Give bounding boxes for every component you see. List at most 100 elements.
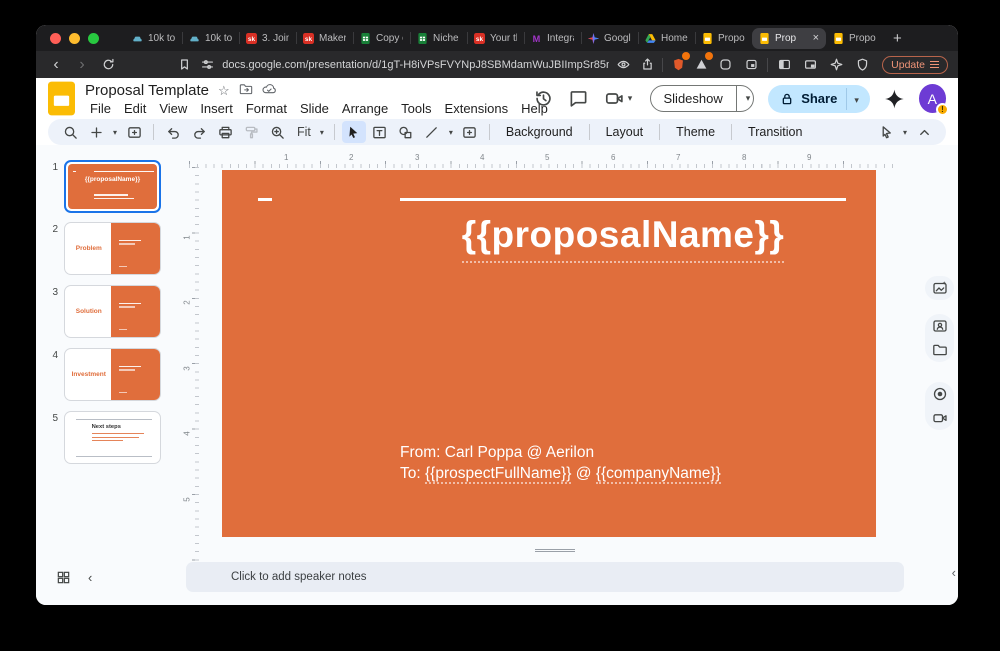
gemini-icon[interactable] <box>884 88 905 110</box>
share-button[interactable]: Share ▾ <box>768 85 870 113</box>
menu-format[interactable]: Format <box>241 101 292 116</box>
star-icon[interactable]: ☆ <box>218 84 230 97</box>
shield-extension-icon[interactable] <box>670 55 686 75</box>
picture-in-picture-icon[interactable] <box>800 55 820 75</box>
privacy-shield-icon[interactable] <box>852 55 872 75</box>
insert-image-icon[interactable] <box>458 121 482 143</box>
slideshow-options-caret[interactable]: ▾ <box>736 86 754 111</box>
line-tool-caret[interactable]: ▾ <box>446 128 456 137</box>
preview-icon[interactable] <box>616 55 632 75</box>
zoom-window-button[interactable] <box>88 33 99 44</box>
browser-tab[interactable]: Your thi <box>467 25 524 51</box>
zoom-icon[interactable] <box>265 121 289 143</box>
browser-tab[interactable]: Google C <box>581 25 638 51</box>
adblock-extension-icon[interactable] <box>693 55 709 75</box>
close-tab-icon[interactable]: × <box>813 32 819 44</box>
grid-view-icon[interactable] <box>52 566 74 588</box>
back-button[interactable]: ‹ <box>46 55 66 75</box>
zoom-caret[interactable]: ▾ <box>317 128 327 137</box>
menu-insert[interactable]: Insert <box>195 101 238 116</box>
site-settings-icon[interactable] <box>199 55 215 75</box>
layout-button[interactable]: Layout <box>597 125 653 139</box>
select-tool-icon[interactable] <box>342 121 366 143</box>
share-options-caret[interactable]: ▾ <box>846 88 866 110</box>
browser-tab[interactable]: 10k to $1 <box>182 25 239 51</box>
slide-accent-dash[interactable] <box>258 198 272 201</box>
bookmark-icon[interactable] <box>176 55 192 75</box>
browser-tab[interactable]: Proposal <box>695 25 752 51</box>
slideshow-button[interactable]: Slideshow ▾ <box>650 85 755 112</box>
move-folder-icon[interactable] <box>239 82 253 98</box>
share-page-icon[interactable] <box>639 55 655 75</box>
line-tool-icon[interactable] <box>420 121 444 143</box>
menu-extensions[interactable]: Extensions <box>440 101 514 116</box>
document-title[interactable]: Proposal Template <box>85 82 209 99</box>
sparkle-icon[interactable] <box>826 55 846 75</box>
text-box-icon[interactable] <box>368 121 392 143</box>
pointer-caret[interactable]: ▾ <box>900 128 910 137</box>
collapse-filmstrip-icon[interactable]: ‹ <box>88 570 92 585</box>
notes-resize-handle[interactable] <box>535 549 575 552</box>
minimize-window-button[interactable] <box>69 33 80 44</box>
menu-slide[interactable]: Slide <box>295 101 334 116</box>
sidebar-toggle-icon[interactable] <box>774 55 794 75</box>
menu-tools[interactable]: Tools <box>396 101 436 116</box>
scroll-right-chevron-icon[interactable]: ‹ <box>952 565 956 580</box>
menu-file[interactable]: File <box>85 101 116 116</box>
new-slide-plus-icon[interactable] <box>84 121 108 143</box>
slide-canvas[interactable]: {{proposalName}} From: Carl Poppa @ Aeri… <box>222 170 876 537</box>
new-tab-button[interactable]: + <box>883 30 912 47</box>
image-star-icon[interactable] <box>932 280 948 296</box>
video-camera-icon[interactable] <box>932 410 948 426</box>
slides-logo[interactable] <box>48 81 75 116</box>
hide-menus-icon[interactable] <box>912 121 936 143</box>
menu-edit[interactable]: Edit <box>119 101 151 116</box>
cloud-status-icon[interactable] <box>262 82 276 98</box>
close-window-button[interactable] <box>50 33 61 44</box>
laser-pointer-icon[interactable] <box>874 121 898 143</box>
theme-button[interactable]: Theme <box>667 125 724 139</box>
folder-icon[interactable] <box>932 342 948 358</box>
speaker-notes-input[interactable]: Click to add speaker notes <box>186 562 904 592</box>
version-history-icon[interactable] <box>532 86 557 112</box>
address-bar[interactable]: docs.google.com/presentation/d/1gT-H8iVP… <box>222 59 609 71</box>
search-menus-icon[interactable] <box>58 121 82 143</box>
slide-thumbnail-3[interactable]: Solution <box>64 285 161 338</box>
comment-icon[interactable] <box>566 86 591 112</box>
image-person-icon[interactable] <box>932 318 948 334</box>
browser-tab[interactable]: 3. Join 3 <box>239 25 296 51</box>
browser-tab[interactable]: Maker Sc <box>296 25 353 51</box>
slide-thumbnail-4[interactable]: Investment <box>64 348 161 401</box>
update-button[interactable]: Update <box>882 56 948 74</box>
paint-format-icon[interactable] <box>239 121 263 143</box>
slide-thumbnail-5[interactable]: Next steps <box>64 411 161 464</box>
browser-tab[interactable]: 10k to $1 <box>125 25 182 51</box>
undo-icon[interactable] <box>161 121 185 143</box>
browser-tab[interactable]: Copy of <box>353 25 410 51</box>
zoom-level-select[interactable]: Fit <box>291 125 315 139</box>
screenshot-icon[interactable] <box>741 55 761 75</box>
browser-tab[interactable]: Niche Di <box>410 25 467 51</box>
slide-title-textbox[interactable]: {{proposalName}} <box>390 214 856 263</box>
forward-button[interactable]: › <box>72 55 92 75</box>
browser-tab[interactable]: Integrati <box>524 25 581 51</box>
background-button[interactable]: Background <box>497 125 582 139</box>
record-icon[interactable] <box>932 386 948 402</box>
meet-camera-icon[interactable]: ▾ <box>601 86 637 112</box>
new-slide-layout-icon[interactable] <box>122 121 146 143</box>
browser-tab[interactable]: Home - C <box>638 25 695 51</box>
menu-view[interactable]: View <box>154 101 192 116</box>
browser-tab-active[interactable]: Prop× <box>752 28 826 49</box>
browser-tab[interactable]: Proposal <box>826 25 883 51</box>
reload-button[interactable] <box>98 55 118 75</box>
account-avatar[interactable]: A! <box>919 84 946 113</box>
print-icon[interactable] <box>213 121 237 143</box>
transition-button[interactable]: Transition <box>739 125 811 139</box>
menu-arrange[interactable]: Arrange <box>337 101 393 116</box>
new-slide-caret[interactable]: ▾ <box>110 128 120 137</box>
slide-thumbnail-2[interactable]: Problem <box>64 222 161 275</box>
slide-fromto-textbox[interactable]: From: Carl Poppa @ Aerilon To: {{prospec… <box>400 442 721 484</box>
slide-thumbnail-1[interactable]: {{proposalName}} <box>64 160 161 213</box>
redo-icon[interactable] <box>187 121 211 143</box>
shapes-icon[interactable] <box>394 121 418 143</box>
